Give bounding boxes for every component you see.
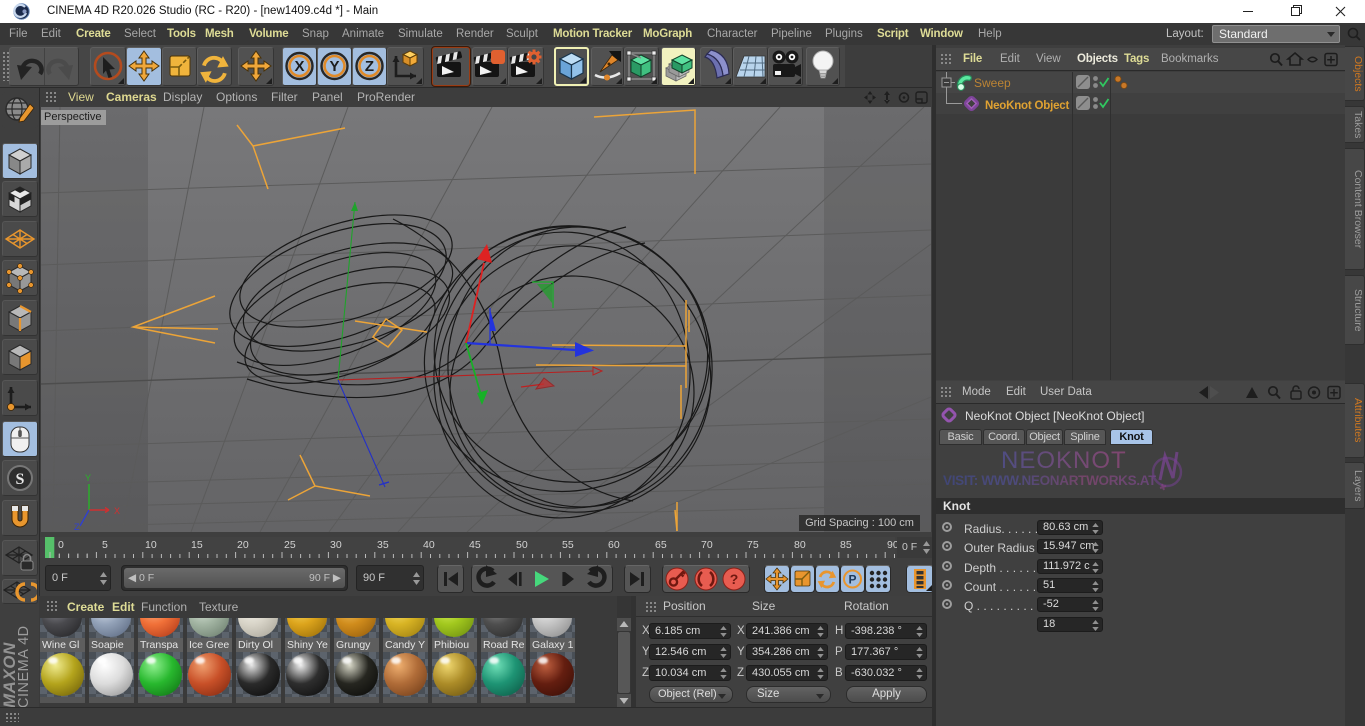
svg-text:P: P bbox=[848, 573, 856, 587]
svg-text:Y: Y bbox=[329, 58, 339, 75]
svg-text:X: X bbox=[114, 506, 120, 516]
svg-text:?: ? bbox=[730, 571, 739, 587]
svg-text:Z: Z bbox=[74, 522, 80, 532]
svg-text:Sweep: Sweep bbox=[974, 76, 1011, 90]
svg-text:NeoKnot Object: NeoKnot Object bbox=[985, 100, 1069, 112]
svg-text:Z: Z bbox=[365, 58, 374, 75]
svg-text:S: S bbox=[16, 471, 25, 488]
svg-text:Y: Y bbox=[85, 473, 91, 483]
svg-text:X: X bbox=[294, 58, 304, 75]
